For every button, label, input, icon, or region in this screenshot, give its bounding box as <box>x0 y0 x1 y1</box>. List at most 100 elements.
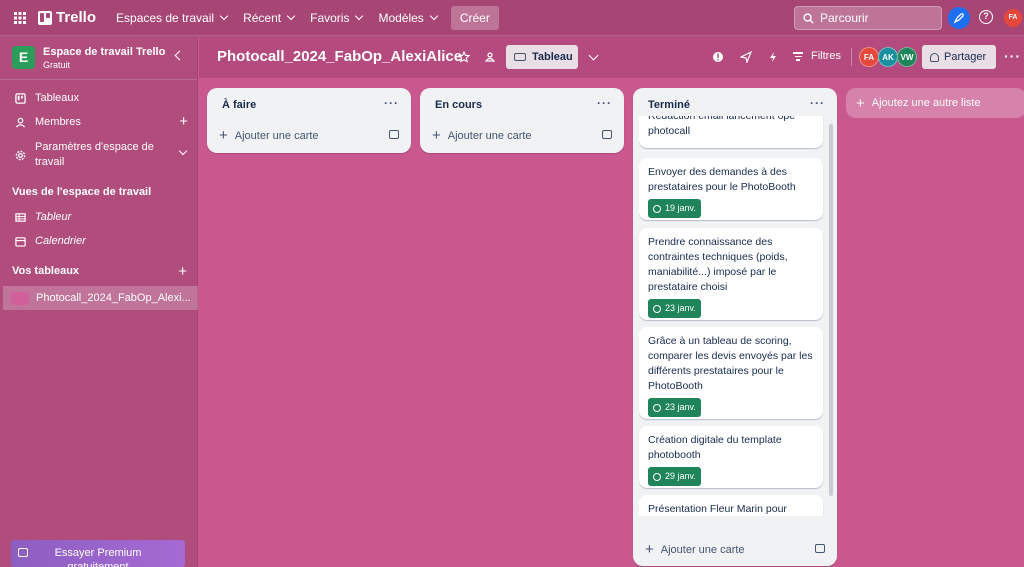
menu-label: Récent <box>243 10 282 25</box>
help-icon[interactable]: ? <box>979 10 993 24</box>
chevron-down-icon <box>429 11 439 21</box>
card[interactable]: Envoyer des demandes à des prestataires … <box>639 158 823 220</box>
sidebar-item-label: Membres <box>35 116 81 128</box>
chevron-down-icon <box>219 11 229 21</box>
sidebar-item-calendar-view[interactable]: Calendrier <box>0 235 198 247</box>
share-button[interactable]: Partager <box>922 45 996 69</box>
add-card-button[interactable]: + Ajouter une carte <box>432 128 532 143</box>
user-avatar[interactable]: FA <box>1004 9 1022 27</box>
card-title: Envoyer des demandes à des prestataires … <box>648 166 796 193</box>
sidebar-item-label: Paramètres d'espace de travail <box>35 141 154 168</box>
due-date-badge[interactable]: 29 janv. <box>648 467 701 486</box>
add-card-label: Ajouter une carte <box>660 543 745 556</box>
send-icon[interactable] <box>739 50 753 64</box>
workspace-name[interactable]: Espace de travail Trello <box>43 46 165 58</box>
table-icon <box>14 211 26 223</box>
card[interactable]: Rédaction email lancement ope photocall <box>639 116 823 148</box>
list-title[interactable]: Terminé <box>648 99 690 111</box>
members-icon <box>14 116 26 128</box>
chevron-down-icon <box>286 11 296 21</box>
search-icon <box>803 12 814 24</box>
sidebar-item-label: Tableur <box>35 211 72 223</box>
chevron-down-icon[interactable] <box>588 50 599 61</box>
sidebar-board-label: Photocall_2024_FabOp_Alexi... <box>36 292 191 304</box>
app-switcher-icon[interactable] <box>8 6 32 30</box>
visibility-icon[interactable] <box>483 50 497 64</box>
workspace-logo: E <box>12 46 35 69</box>
menu-workspaces[interactable]: Espaces de travail <box>110 4 233 32</box>
add-card-label: Ajouter une carte <box>447 129 532 142</box>
sidebar: E Espace de travail Trello Gratuit Table… <box>0 36 198 567</box>
app-name: Trello <box>56 9 97 26</box>
trello-logo[interactable]: Trello <box>38 9 96 26</box>
create-button[interactable]: Créer <box>450 5 499 30</box>
power-ups-icon[interactable] <box>711 50 725 64</box>
boards-icon <box>14 92 26 104</box>
list-menu-icon[interactable]: ··· <box>384 96 399 110</box>
calendar-icon <box>14 235 26 247</box>
chevron-down-icon[interactable] <box>178 146 188 156</box>
board-view-button[interactable]: Tableau <box>506 45 578 69</box>
premium-label: Essayer Premium gratuitement <box>54 547 142 567</box>
sidebar-item-boards[interactable]: Tableaux <box>0 92 198 104</box>
sidebar-item-table-view[interactable]: Tableur <box>0 211 198 223</box>
clock-icon <box>653 403 661 412</box>
filter-icon <box>793 50 803 63</box>
card-title: Prendre connaissance des contraintes tec… <box>648 236 788 293</box>
sidebar-item-settings[interactable]: Paramètres d'espace de travail <box>0 140 198 170</box>
collapse-sidebar-icon[interactable] <box>174 50 185 61</box>
search-input[interactable]: Parcourir <box>794 6 942 30</box>
due-date: 23 janv. <box>665 402 696 412</box>
due-date-badge[interactable]: 19 janv. <box>648 199 701 218</box>
member-avatar[interactable]: VW <box>897 47 917 67</box>
card-template-icon[interactable] <box>602 130 612 139</box>
due-date: 23 janv. <box>665 303 696 313</box>
list-title[interactable]: À faire <box>222 99 256 111</box>
menu-starred[interactable]: Favoris <box>304 4 368 32</box>
add-list-button[interactable]: + Ajoutez une autre liste <box>846 88 1024 118</box>
board-view-label: Tableau <box>532 51 573 63</box>
menu-templates[interactable]: Modèles <box>372 4 442 32</box>
try-premium-button[interactable]: Essayer Premium gratuitement <box>11 540 185 567</box>
card-template-icon[interactable] <box>389 130 399 139</box>
list-in-progress: En cours ··· + Ajouter une carte <box>420 88 624 153</box>
add-member-icon[interactable]: + <box>179 114 188 129</box>
list-menu-icon[interactable]: ··· <box>810 96 825 110</box>
filters-button[interactable]: Filtres <box>793 50 841 63</box>
automation-icon[interactable] <box>766 50 780 64</box>
sidebar-board-item[interactable]: Photocall_2024_FabOp_Alexi... <box>3 286 198 310</box>
add-card-button[interactable]: + Ajouter une carte <box>645 542 745 557</box>
add-card-button[interactable]: + Ajouter une carte <box>219 128 319 143</box>
list-done: Terminé ··· Rédaction email lancement op… <box>633 88 837 566</box>
card[interactable]: Création digitale du template photobooth… <box>639 426 823 488</box>
card-template-icon[interactable] <box>815 544 825 553</box>
menu-recent[interactable]: Récent <box>237 4 300 32</box>
card[interactable]: Grâce à un tableau de scoring, comparer … <box>639 327 823 419</box>
board-title[interactable]: Photocall_2024_FabOp_AlexiAlice <box>217 48 462 65</box>
due-date-badge[interactable]: 23 janv. <box>648 398 701 417</box>
rocket-icon[interactable] <box>948 7 970 29</box>
board-menu-icon[interactable]: ··· <box>1004 48 1021 64</box>
list-menu-icon[interactable]: ··· <box>597 96 612 110</box>
card-title: Présentation Fleur Marin pour choix parm… <box>648 503 787 515</box>
due-date-badge[interactable]: 23 janv. <box>648 299 701 318</box>
card[interactable]: Prendre connaissance des contraintes tec… <box>639 228 823 320</box>
member-avatar[interactable]: FA <box>859 47 879 67</box>
member-avatar[interactable]: AK <box>878 47 898 67</box>
card-title: Création digitale du template photobooth <box>648 434 782 461</box>
cards-container: Rédaction email lancement ope photocall … <box>639 116 829 516</box>
add-person-icon <box>930 52 939 62</box>
star-icon[interactable] <box>457 50 471 64</box>
add-board-icon[interactable]: + <box>178 264 187 279</box>
sidebar-item-members[interactable]: Membres + <box>0 114 198 129</box>
share-label: Partager <box>944 51 987 63</box>
header-divider <box>851 48 852 66</box>
clock-icon <box>653 204 661 213</box>
plus-icon: + <box>432 127 441 144</box>
list-title[interactable]: En cours <box>435 99 482 111</box>
card[interactable]: Présentation Fleur Marin pour choix parm… <box>639 495 823 516</box>
add-card-label: Ajouter une carte <box>234 129 319 142</box>
premium-icon <box>18 548 28 557</box>
board-view-icon <box>514 53 526 61</box>
list-scrollbar[interactable] <box>829 124 833 496</box>
